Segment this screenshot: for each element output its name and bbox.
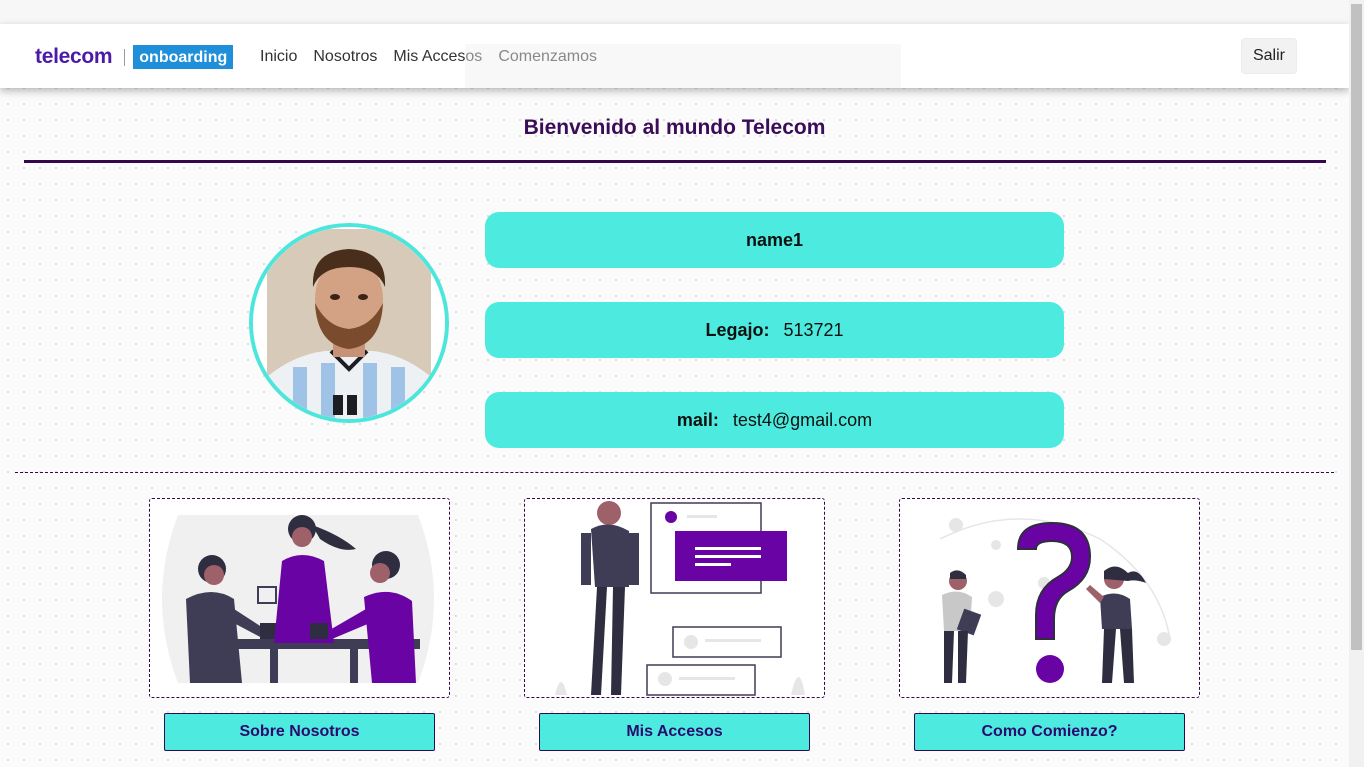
- card-como-comienzo[interactable]: [899, 498, 1200, 698]
- legajo-value: 513721: [783, 319, 844, 340]
- brand-separator: [124, 48, 126, 66]
- profile-avatar: [249, 223, 449, 423]
- scrollbar-thumb[interactable]: [1351, 4, 1362, 650]
- team-meeting-illustration-icon: [162, 515, 434, 683]
- sobre-nosotros-button[interactable]: Sobre Nosotros: [164, 713, 435, 751]
- mis-accesos-button[interactable]: Mis Accesos: [539, 713, 810, 751]
- vertical-scrollbar[interactable]: [1349, 0, 1364, 767]
- section-divider: [15, 472, 1334, 473]
- nav-link-nosotros[interactable]: Nosotros: [313, 48, 377, 66]
- profile-legajo-pill: Legajo: 513721: [485, 302, 1064, 358]
- como-comienzo-button[interactable]: Como Comienzo?: [914, 713, 1185, 751]
- nav-link-inicio[interactable]: Inicio: [260, 48, 297, 66]
- mail-label: mail:: [676, 409, 719, 430]
- title-divider: [24, 160, 1326, 163]
- brand-name: telecom: [35, 45, 113, 68]
- browser-top-strip: [0, 0, 1349, 24]
- mail-value: test4@gmail.com: [732, 409, 873, 430]
- question-mark-illustration-icon: [939, 518, 1171, 683]
- avatar-photo-icon: [253, 227, 445, 419]
- navbar: telecom onboarding Inicio Nosotros Mis A…: [0, 24, 1349, 88]
- profile-name-pill: name1: [485, 212, 1064, 268]
- card-mis-accesos[interactable]: [524, 498, 825, 698]
- brand-badge: onboarding: [133, 45, 234, 69]
- page-title: Bienvenido al mundo Telecom: [523, 116, 826, 139]
- card-sobre-nosotros[interactable]: [149, 498, 450, 698]
- navbar-faded-panel: [465, 44, 901, 88]
- legajo-label: Legajo:: [705, 319, 770, 340]
- profile-mail-pill: mail: test4@gmail.com: [485, 392, 1064, 448]
- access-windows-illustration-icon: [555, 501, 805, 696]
- profile-name: name1: [745, 229, 804, 250]
- brand-logo[interactable]: telecom onboarding: [35, 44, 234, 70]
- logout-button[interactable]: Salir: [1241, 38, 1297, 74]
